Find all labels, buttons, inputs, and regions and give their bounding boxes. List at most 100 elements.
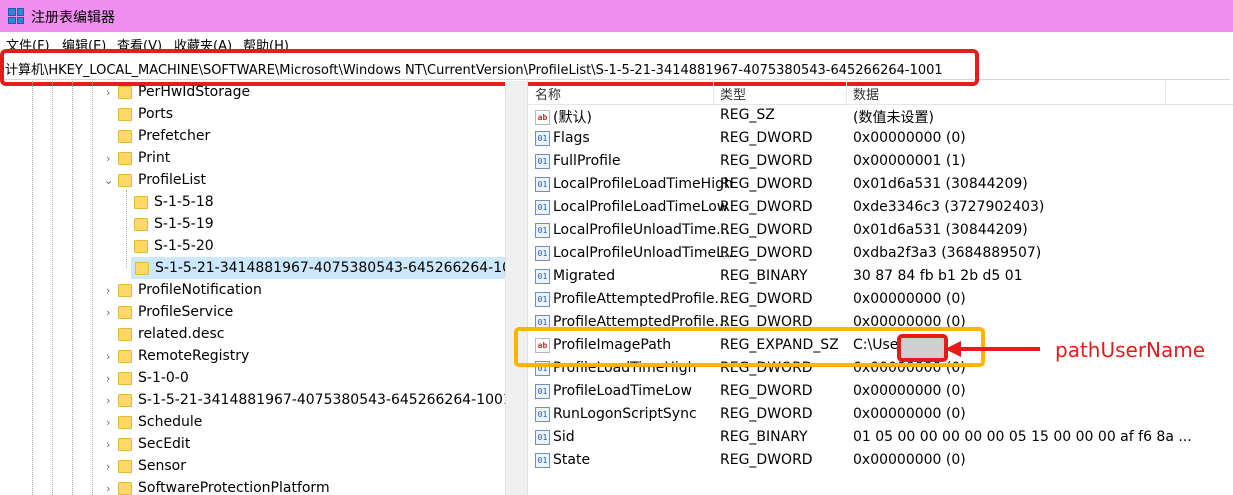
column-header-name[interactable]: 名称 bbox=[535, 84, 561, 103]
pane-splitter[interactable] bbox=[506, 81, 528, 495]
value-name: LocalProfileUnloadTimeL... bbox=[553, 245, 738, 261]
binary-value-icon: 01 bbox=[535, 176, 550, 192]
table-row[interactable]: 01 RunLogonScriptSync REG_DWORD 0x0000000… bbox=[528, 404, 1233, 427]
binary-value-icon: 01 bbox=[535, 268, 550, 284]
chevron-right-icon[interactable]: › bbox=[106, 350, 110, 363]
tree-item-profileservice[interactable]: › ProfileService bbox=[106, 301, 234, 323]
value-data: 30 87 84 fb b1 2b d5 01 bbox=[853, 268, 1023, 284]
folder-icon bbox=[118, 437, 132, 451]
chevron-right-icon[interactable]: › bbox=[106, 372, 110, 385]
folder-icon bbox=[118, 481, 132, 495]
tree-item-perhwidstorage[interactable]: › PerHwIdStorage bbox=[106, 81, 251, 103]
chevron-right-icon[interactable]: › bbox=[106, 394, 110, 407]
column-divider[interactable] bbox=[1165, 81, 1166, 104]
tree-item-label: RemoteRegistry bbox=[138, 348, 250, 364]
value-name: Flags bbox=[553, 130, 590, 146]
folder-icon bbox=[118, 107, 132, 121]
chevron-right-icon[interactable]: › bbox=[106, 460, 110, 473]
folder-icon bbox=[118, 349, 132, 363]
tree-item-label: S-1-0-0 bbox=[138, 370, 189, 386]
value-type: REG_DWORD bbox=[720, 130, 813, 146]
folder-icon bbox=[134, 239, 148, 253]
arrow-line bbox=[958, 347, 1040, 351]
tree-item-s-1-5-18[interactable]: S-1-5-18 bbox=[134, 191, 214, 213]
table-row[interactable]: 01 FullProfile REG_DWORD 0x00000001 (1) bbox=[528, 151, 1233, 174]
table-row[interactable]: 01 ProfileAttemptedProfile... REG_DWORD 0… bbox=[528, 289, 1233, 312]
column-header-data[interactable]: 数据 bbox=[853, 84, 879, 103]
value-name: Sid bbox=[553, 429, 575, 445]
binary-value-icon: 01 bbox=[535, 199, 550, 215]
tree-item-label: ProfileService bbox=[138, 304, 234, 320]
chevron-right-icon[interactable]: › bbox=[106, 86, 110, 99]
table-row[interactable]: 01 Sid REG_BINARY 01 05 00 00 00 00 00 05… bbox=[528, 427, 1233, 450]
title-bar: 注册表编辑器 bbox=[0, 0, 1233, 32]
table-row[interactable]: 01 LocalProfileLoadTimeLow REG_DWORD 0xde… bbox=[528, 197, 1233, 220]
chevron-right-icon[interactable]: › bbox=[106, 152, 110, 165]
table-row[interactable]: 01 LocalProfileLoadTimeHigh REG_DWORD 0x0… bbox=[528, 174, 1233, 197]
tree-guide-line bbox=[92, 81, 93, 495]
tree-item-s-1-5-21-selected[interactable]: S-1-5-21-3414881967-4075380543-645266264… bbox=[131, 257, 505, 279]
tree-item-prefetcher[interactable]: Prefetcher bbox=[118, 125, 210, 147]
column-header-type[interactable]: 类型 bbox=[720, 84, 746, 103]
tree-item-label: Print bbox=[138, 150, 171, 166]
table-row[interactable]: 01 State REG_DWORD 0x00000000 (0) bbox=[528, 450, 1233, 473]
tree-item-label: S-1-5-21-3414881967-4075380543-645266264… bbox=[138, 392, 506, 408]
column-divider[interactable] bbox=[846, 81, 847, 104]
value-type: REG_DWORD bbox=[720, 406, 813, 422]
folder-icon bbox=[134, 195, 148, 209]
binary-value-icon: 01 bbox=[535, 130, 550, 146]
value-data: 0xde3346c3 (3727902403) bbox=[853, 199, 1045, 215]
tree-item-profilenotification[interactable]: › ProfileNotification bbox=[106, 279, 262, 301]
chevron-right-icon[interactable]: › bbox=[106, 306, 110, 319]
tree-item-remoteregistry[interactable]: › RemoteRegistry bbox=[106, 345, 250, 367]
tree-item-label: PerHwIdStorage bbox=[138, 84, 251, 100]
binary-value-icon: 01 bbox=[535, 406, 550, 422]
tree-item-softwareprotectionplatform[interactable]: › SoftwareProtectionPlatform bbox=[106, 477, 330, 495]
value-type: REG_DWORD bbox=[720, 199, 813, 215]
tree-item-sensor[interactable]: › Sensor bbox=[106, 455, 186, 477]
table-row[interactable]: 01 ProfileLoadTimeLow REG_DWORD 0x0000000… bbox=[528, 381, 1233, 404]
folder-icon bbox=[118, 151, 132, 165]
chevron-right-icon[interactable]: › bbox=[106, 284, 110, 297]
redacted-username-box bbox=[897, 334, 948, 362]
column-divider[interactable] bbox=[713, 81, 714, 104]
table-row[interactable]: ab (默认) REG_SZ (数值未设置) bbox=[528, 105, 1233, 128]
folder-icon bbox=[118, 327, 132, 341]
chevron-right-icon[interactable]: › bbox=[106, 482, 110, 495]
table-row[interactable]: 01 LocalProfileUnloadTimeL... REG_DWORD 0… bbox=[528, 243, 1233, 266]
value-type: REG_DWORD bbox=[720, 245, 813, 261]
binary-value-icon: 01 bbox=[535, 383, 550, 399]
table-row[interactable]: 01 Migrated REG_BINARY 30 87 84 fb b1 2b … bbox=[528, 266, 1233, 289]
value-name: LocalProfileLoadTimeLow bbox=[553, 199, 729, 215]
folder-icon bbox=[118, 283, 132, 297]
value-type: REG_DWORD bbox=[720, 222, 813, 238]
tree-item-related-desc[interactable]: related.desc bbox=[118, 323, 224, 345]
tree-item-s-1-5-20[interactable]: S-1-5-20 bbox=[134, 235, 214, 257]
folder-icon bbox=[118, 85, 132, 99]
tree-item-s-1-0-0[interactable]: › S-1-0-0 bbox=[106, 367, 189, 389]
table-row[interactable]: 01 Flags REG_DWORD 0x00000000 (0) bbox=[528, 128, 1233, 151]
tree-item-label: Sensor bbox=[138, 458, 186, 474]
chevron-right-icon[interactable]: › bbox=[106, 416, 110, 429]
value-name: LocalProfileLoadTimeHigh bbox=[553, 176, 733, 192]
tree-item-print[interactable]: › Print bbox=[106, 147, 171, 169]
tree-guide-line bbox=[72, 81, 73, 495]
tree-guide-line bbox=[32, 81, 33, 495]
tree-item-schedule[interactable]: › Schedule bbox=[106, 411, 202, 433]
value-data: 0x01d6a531 (30844209) bbox=[853, 176, 1028, 192]
binary-value-icon: 01 bbox=[535, 222, 550, 238]
tree-item-ports[interactable]: Ports bbox=[118, 103, 173, 125]
tree-item-label: SecEdit bbox=[138, 436, 191, 452]
chevron-right-icon[interactable]: › bbox=[106, 438, 110, 451]
folder-icon bbox=[118, 415, 132, 429]
table-row[interactable]: 01 LocalProfileUnloadTime... REG_DWORD 0x… bbox=[528, 220, 1233, 243]
tree-item-profilelist[interactable]: ⌄ ProfileList bbox=[104, 169, 206, 191]
tree-item-s-1-5-19[interactable]: S-1-5-19 bbox=[134, 213, 214, 235]
value-data: 0x00000000 (0) bbox=[853, 406, 966, 422]
chevron-down-icon[interactable]: ⌄ bbox=[104, 174, 113, 187]
folder-icon bbox=[118, 305, 132, 319]
tree-item-secedit[interactable]: › SecEdit bbox=[106, 433, 191, 455]
value-name: ProfileLoadTimeLow bbox=[553, 383, 692, 399]
value-data: (数值未设置) bbox=[853, 110, 934, 126]
tree-item-s-1-5-21[interactable]: › S-1-5-21-3414881967-4075380543-6452662… bbox=[106, 389, 506, 411]
